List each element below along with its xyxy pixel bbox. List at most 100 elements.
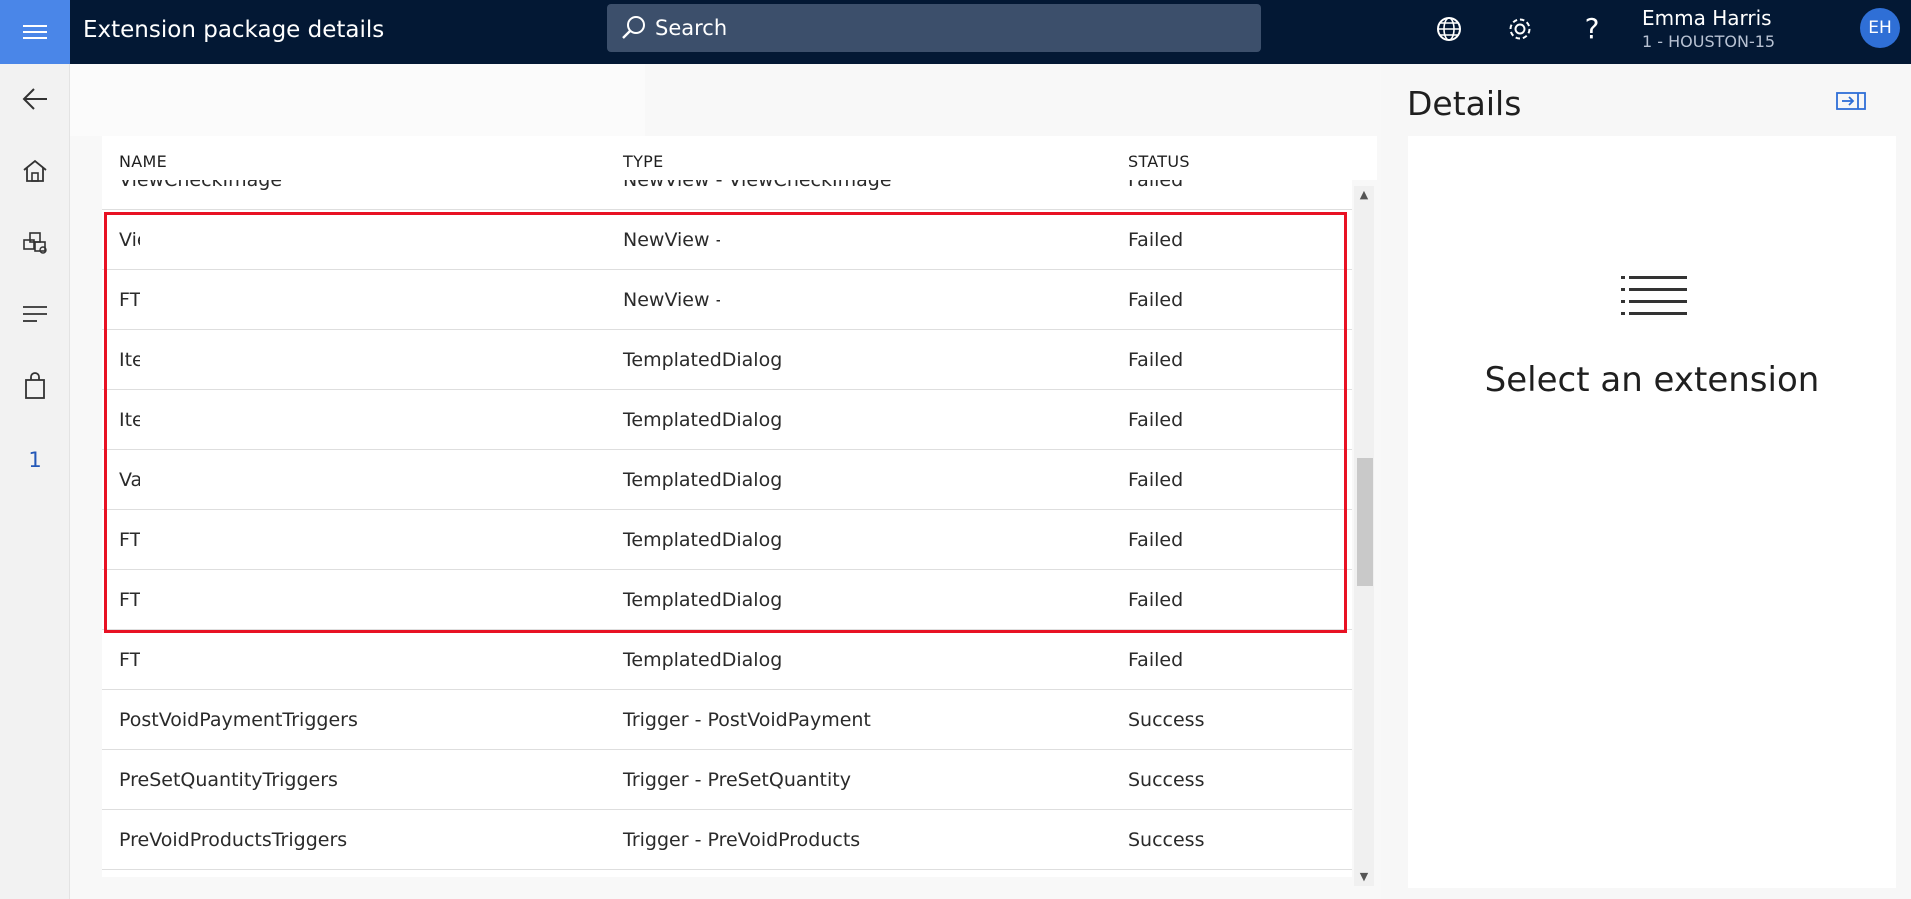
table-row[interactable]: FT NewView - Failed — [102, 270, 1352, 330]
cell-type: TemplatedDialog — [623, 469, 783, 491]
cell-status: Success — [1128, 769, 1205, 791]
redaction-mask — [140, 516, 436, 564]
hamburger-icon — [23, 25, 47, 39]
extension-table: ViewCheckImage NewView - ViewCheckImage … — [102, 180, 1352, 877]
badge-count[interactable]: 1 — [0, 447, 70, 473]
menu-list-icon — [23, 306, 47, 322]
globe-icon — [1437, 17, 1461, 41]
cell-status: Success — [1128, 709, 1205, 731]
help-button[interactable]: ? — [1577, 14, 1607, 44]
cell-type: NewView - — [623, 229, 723, 251]
settings-button[interactable] — [1505, 14, 1535, 44]
shopping-bag-button[interactable] — [18, 369, 52, 403]
cell-name: PreSetQuantityTriggers — [119, 769, 338, 791]
menu-list-button[interactable] — [18, 297, 52, 331]
cell-name: FT — [119, 289, 142, 311]
home-button[interactable] — [18, 154, 52, 188]
cell-type: TemplatedDialog — [623, 529, 783, 551]
back-arrow-icon — [22, 88, 47, 110]
top-bar: Extension package details Search ? Emma … — [0, 0, 1911, 64]
scroll-thumb[interactable] — [1357, 458, 1373, 586]
home-icon — [23, 159, 47, 182]
gear-icon — [1509, 18, 1531, 40]
table-row[interactable]: FT TemplatedDialog Failed — [102, 510, 1352, 570]
redaction-mask — [720, 216, 1018, 264]
language-globe-button[interactable] — [1434, 14, 1464, 44]
question-mark-icon: ? — [1584, 12, 1600, 45]
shopping-bag-icon — [25, 372, 45, 399]
cell-status: Failed — [1128, 229, 1184, 251]
cell-name: FT — [119, 589, 142, 611]
cell-status: Failed — [1128, 649, 1184, 671]
page-title: Extension package details — [83, 17, 385, 43]
toolbar-area — [70, 64, 645, 136]
products-button[interactable] — [18, 226, 52, 260]
table-row[interactable]: Va TemplatedDialog Failed — [102, 450, 1352, 510]
table-row[interactable]: ViewCheckImage NewView - ViewCheckImage … — [102, 180, 1352, 210]
cell-type: TemplatedDialog — [623, 649, 783, 671]
column-header-status[interactable]: STATUS — [1128, 152, 1190, 172]
redaction-mask — [140, 576, 436, 624]
hamburger-menu-button[interactable] — [0, 0, 70, 64]
redaction-mask — [720, 276, 1018, 324]
table-header: NAME TYPE STATUS — [102, 136, 1377, 180]
back-button[interactable] — [18, 82, 52, 116]
table-row[interactable]: Ite TemplatedDialog Failed — [102, 330, 1352, 390]
cell-type: NewView - ViewCheckImage — [623, 180, 892, 191]
search-box[interactable]: Search — [607, 4, 1261, 52]
redaction-mask — [140, 456, 436, 504]
cell-status: Failed — [1128, 289, 1184, 311]
store-label: 1 - HOUSTON-15 — [1642, 32, 1776, 51]
cell-type: TemplatedDialog — [623, 349, 783, 371]
redaction-mask — [140, 276, 436, 324]
details-title: Details — [1407, 84, 1522, 123]
search-placeholder: Search — [655, 16, 728, 40]
scroll-down-arrow-icon[interactable]: ▼ — [1354, 868, 1374, 884]
table-row[interactable]: FT TemplatedDialog Failed — [102, 630, 1352, 690]
cell-type: Trigger - PreSetQuantity — [623, 769, 851, 791]
table-row[interactable]: PreVoidProductsTriggers Trigger - PreVoi… — [102, 810, 1352, 870]
left-sidebar: 1 — [0, 64, 70, 899]
redaction-mask — [140, 336, 436, 384]
cell-status: Failed — [1128, 180, 1184, 191]
cell-status: Failed — [1128, 349, 1184, 371]
table-scrollbar[interactable]: ▲ ▼ — [1354, 186, 1374, 886]
cell-name: PreVoidProductsTriggers — [119, 829, 348, 851]
collapse-pane-button[interactable] — [1834, 86, 1868, 116]
redaction-mask — [140, 216, 436, 264]
cell-name: Va — [119, 469, 143, 491]
redaction-mask — [140, 396, 436, 444]
details-card: Select an extension — [1408, 136, 1896, 888]
table-row[interactable]: PostVoidPaymentTriggers Trigger - PostVo… — [102, 690, 1352, 750]
table-row[interactable]: Vie NewView - Failed — [102, 210, 1352, 270]
details-pane: Details Select an extension — [1381, 64, 1911, 899]
table-row[interactable]: Ite TemplatedDialog Failed — [102, 390, 1352, 450]
empty-state-message: Select an extension — [1484, 360, 1820, 400]
cell-status: Failed — [1128, 469, 1184, 491]
products-icon — [23, 232, 47, 254]
cell-type: NewView - — [623, 289, 723, 311]
cell-status: Success — [1128, 829, 1205, 851]
cell-name: FT — [119, 649, 142, 671]
cell-name: FT — [119, 529, 142, 551]
cell-status: Failed — [1128, 529, 1184, 551]
scroll-up-arrow-icon[interactable]: ▲ — [1354, 186, 1374, 202]
cell-type: Trigger - PreVoidProducts — [623, 829, 861, 851]
cell-type: TemplatedDialog — [623, 589, 783, 611]
table-row[interactable]: FT TemplatedDialog Failed — [102, 570, 1352, 630]
cell-status: Failed — [1128, 409, 1184, 431]
list-icon — [1621, 276, 1687, 315]
cell-type: Trigger - PostVoidPayment — [623, 709, 871, 731]
column-header-type[interactable]: TYPE — [623, 152, 664, 172]
redaction-mask — [140, 636, 436, 684]
cell-status: Failed — [1128, 589, 1184, 611]
search-icon — [621, 15, 647, 45]
user-name: Emma Harris — [1642, 6, 1772, 30]
avatar[interactable]: EH — [1860, 8, 1900, 48]
cell-name: ViewCheckImage — [119, 180, 283, 191]
cell-type: TemplatedDialog — [623, 409, 783, 431]
table-row[interactable]: PreSetQuantityTriggers Trigger - PreSetQ… — [102, 750, 1352, 810]
cell-name: PostVoidPaymentTriggers — [119, 709, 358, 731]
column-header-name[interactable]: NAME — [119, 152, 167, 172]
collapse-panel-icon — [1836, 92, 1866, 110]
